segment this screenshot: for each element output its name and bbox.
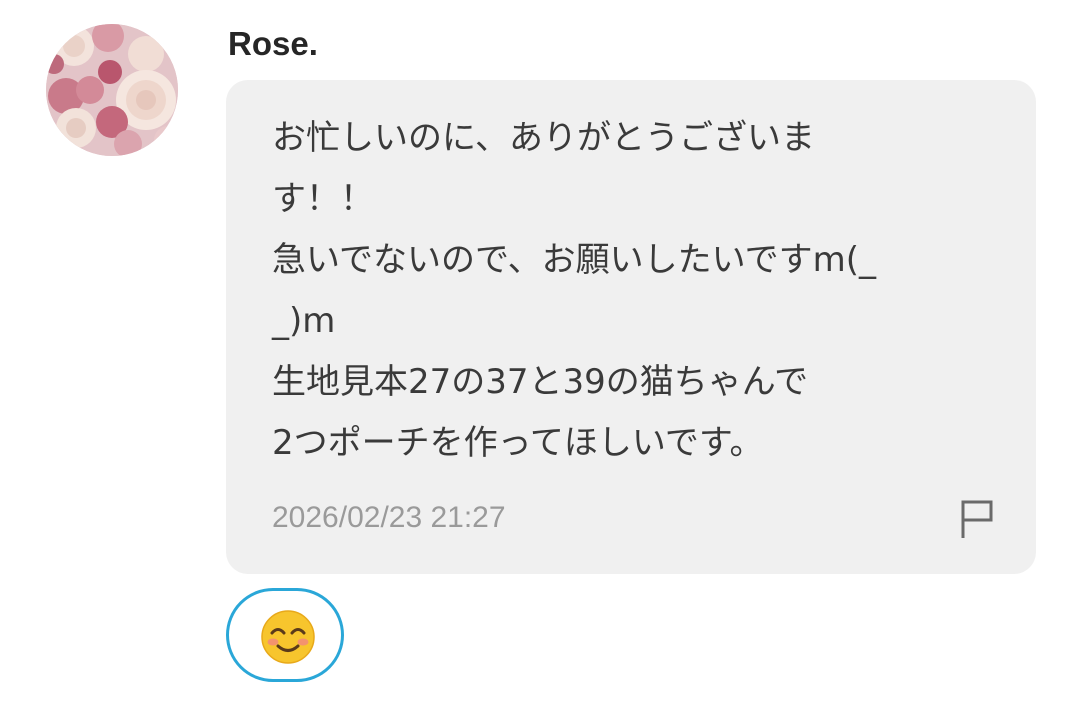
report-button[interactable] <box>958 498 996 540</box>
sender-name: Rose. <box>228 25 318 62</box>
message-line: 生地見本27の37と39の猫ちゃんで <box>272 362 809 402</box>
message-line: お忙しいのに、ありがとうございま <box>272 118 815 158</box>
message-line: す！！ <box>272 179 374 219</box>
message-line: 急いでないので、お願いしたいですm(_ <box>272 240 876 280</box>
reaction-button[interactable] <box>226 588 344 682</box>
rose-flowers-icon <box>46 24 178 156</box>
message-line: _)m <box>272 301 336 341</box>
message-timestamp: 2026/02/23 21:27 <box>272 501 506 534</box>
message-line: 2つポーチを作ってほしいです。 <box>272 423 764 463</box>
smiling-face-icon <box>261 610 315 664</box>
avatar[interactable] <box>46 24 178 156</box>
message-text: お忙しいのに、ありがとうございま す！！ 急いでないので、お願いしたいですm(_… <box>272 108 972 474</box>
flag-icon <box>961 500 993 538</box>
message-bubble[interactable]: お忙しいのに、ありがとうございま す！！ 急いでないので、お願いしたいですm(_… <box>226 80 1036 574</box>
chat-message-row: Rose. お忙しいのに、ありがとうございま す！！ 急いでないので、お願いした… <box>0 0 1080 712</box>
